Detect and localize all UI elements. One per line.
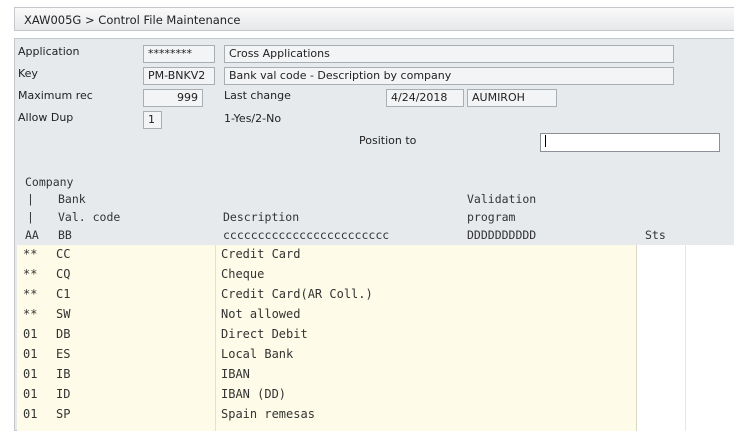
application-description-field: Cross Applications bbox=[224, 45, 674, 63]
header-aa: AA bbox=[25, 228, 39, 242]
max-rec-field: 999 bbox=[143, 89, 203, 107]
data-grid: ** CC Credit Card ** CQ Cheque ** C1 Credit Card… bbox=[17, 245, 734, 431]
header-bank: Bank bbox=[58, 192, 86, 206]
position-to-label: Position to bbox=[359, 134, 417, 147]
header-sts: Sts bbox=[645, 228, 666, 242]
header-val-code: Val. code bbox=[58, 210, 121, 224]
max-rec-label: Maximum rec bbox=[18, 89, 93, 102]
cell-bank-code: ES bbox=[56, 347, 71, 361]
cell-company: ** bbox=[23, 247, 38, 261]
table-row[interactable]: 01 SP Spain remesas bbox=[17, 405, 636, 425]
text-caret bbox=[545, 135, 546, 147]
header-description: Description bbox=[223, 210, 300, 224]
cell-company: ** bbox=[23, 287, 38, 301]
cell-description: Credit Card bbox=[221, 247, 301, 261]
cell-company: 01 bbox=[23, 387, 38, 401]
header-validation: Validation bbox=[467, 192, 537, 206]
table-row[interactable]: 01 ID IBAN (DD) bbox=[17, 385, 636, 405]
cell-description: Credit Card(AR Coll.) bbox=[221, 287, 373, 301]
cell-bank-code: C1 bbox=[56, 287, 71, 301]
cell-description: IBAN (DD) bbox=[221, 387, 287, 401]
allow-dup-field: 1 bbox=[143, 111, 162, 129]
table-row[interactable]: 01 ES Local Bank bbox=[17, 345, 636, 365]
cell-bank-code: CQ bbox=[56, 267, 71, 281]
header-bar-1: | bbox=[27, 192, 34, 206]
cell-bank-code: CC bbox=[56, 247, 71, 261]
grid-column-sts bbox=[637, 245, 686, 431]
last-change-label: Last change bbox=[224, 89, 291, 102]
cell-company: 01 bbox=[23, 407, 38, 421]
cell-bank-code: IB bbox=[56, 367, 71, 381]
header-program: program bbox=[467, 210, 516, 224]
cell-company: 01 bbox=[23, 367, 38, 381]
header-bar-2: | bbox=[27, 210, 34, 224]
key-description-field: Bank val code - Description by company bbox=[224, 67, 674, 85]
cell-description: IBAN bbox=[221, 367, 250, 381]
cell-company: ** bbox=[23, 267, 38, 281]
allow-dup-hint: 1-Yes/2-No bbox=[224, 112, 282, 125]
window-title-bar: XAW005G > Control File Maintenance bbox=[14, 7, 734, 31]
table-row[interactable]: ** SW Not allowed bbox=[17, 305, 636, 325]
cell-description: Spain remesas bbox=[221, 407, 315, 421]
table-row[interactable]: ** C1 Credit Card(AR Coll.) bbox=[17, 285, 636, 305]
cell-company: 01 bbox=[23, 347, 38, 361]
header-company: Company bbox=[25, 175, 74, 189]
header-description-pattern: cccccccccccccccccccccccc bbox=[223, 228, 390, 242]
position-to-input[interactable] bbox=[540, 133, 720, 152]
table-row[interactable]: ** CQ Cheque bbox=[17, 265, 636, 285]
cell-bank-code: SW bbox=[56, 307, 71, 321]
table-row[interactable]: 01 IB IBAN bbox=[17, 365, 636, 385]
form-panel: Application ******** Cross Applications … bbox=[14, 38, 734, 431]
header-program-pattern: DDDDDDDDDD bbox=[467, 228, 537, 242]
cell-description: Direct Debit bbox=[221, 327, 308, 341]
last-change-user-field: AUMIROH bbox=[467, 89, 557, 107]
table-row[interactable]: ** CC Credit Card bbox=[17, 245, 636, 265]
cell-description: Cheque bbox=[221, 267, 265, 281]
window-title: XAW005G > Control File Maintenance bbox=[24, 13, 241, 27]
application-code-field: ******** bbox=[143, 45, 215, 63]
cell-company: 01 bbox=[23, 327, 38, 341]
cell-description: Not allowed bbox=[221, 307, 301, 321]
cell-bank-code: DB bbox=[56, 327, 71, 341]
key-label: Key bbox=[18, 67, 38, 80]
cell-bank-code: ID bbox=[56, 387, 71, 401]
key-code-field: PM-BNKV2 bbox=[143, 67, 215, 85]
allow-dup-label: Allow Dup bbox=[18, 111, 74, 124]
cell-bank-code: SP bbox=[56, 407, 71, 421]
application-label: Application bbox=[18, 45, 80, 58]
cell-description: Local Bank bbox=[221, 347, 294, 361]
table-row[interactable]: 01 DB Direct Debit bbox=[17, 325, 636, 345]
last-change-date-field: 4/24/2018 bbox=[386, 89, 464, 107]
header-bb: BB bbox=[58, 228, 72, 242]
grid-column-extra bbox=[686, 245, 734, 431]
cell-company: ** bbox=[23, 307, 38, 321]
